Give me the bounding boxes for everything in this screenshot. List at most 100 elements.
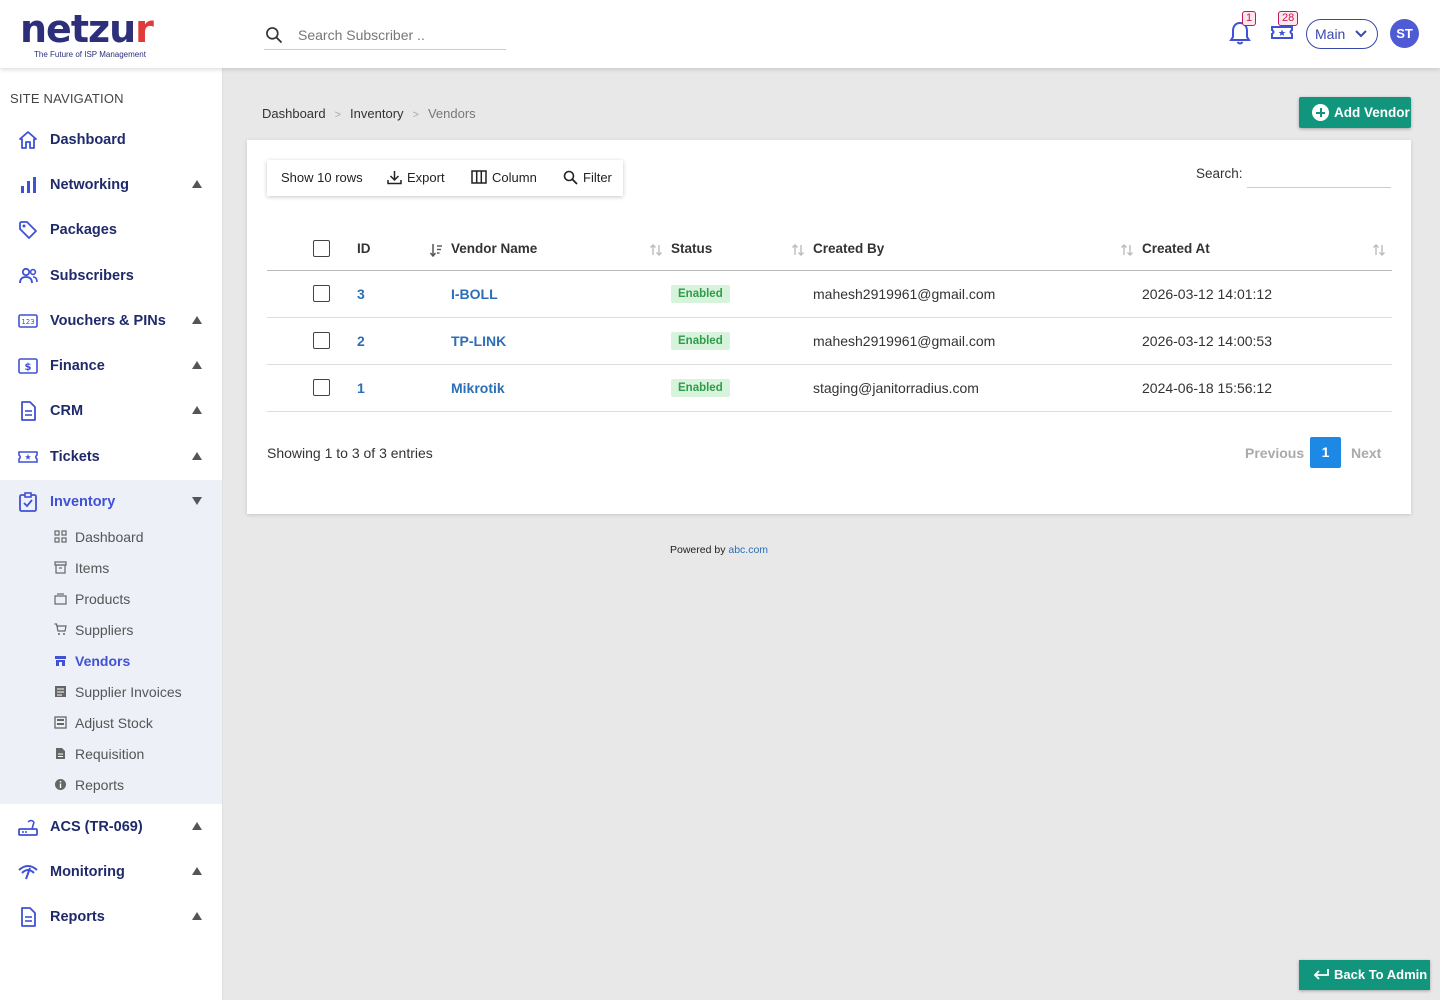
- vendor-id-link[interactable]: 3: [357, 286, 365, 302]
- sidebar-item-reports[interactable]: Reports: [0, 897, 222, 937]
- layers-icon: [54, 593, 67, 605]
- cell-created-by: mahesh2919961@gmail.com: [813, 270, 1142, 318]
- filter-button[interactable]: Filter: [563, 160, 615, 196]
- sub-item-items[interactable]: Items: [0, 555, 222, 583]
- sidebar-item-acs[interactable]: ACS (TR-069): [0, 807, 222, 847]
- archive-icon: [54, 561, 67, 574]
- header-id-label: ID: [357, 241, 371, 257]
- sidebar-item-label: Monitoring: [50, 864, 125, 880]
- header-select-all: [267, 228, 357, 271]
- sidebar-item-label: Inventory: [50, 494, 116, 510]
- header-id[interactable]: ID: [357, 228, 451, 271]
- vendor-id-link[interactable]: 1: [357, 380, 365, 396]
- footer: Powered by abc.com: [670, 544, 768, 556]
- vendor-name-link[interactable]: I-BOLL: [451, 286, 498, 302]
- header-status[interactable]: Status: [671, 228, 813, 271]
- brand-name: netzu: [20, 7, 136, 51]
- sub-item-products[interactable]: Products: [0, 586, 222, 614]
- table-search-input[interactable]: [1247, 160, 1391, 188]
- row-checkbox[interactable]: [313, 332, 330, 350]
- notifications-button[interactable]: 1: [1228, 11, 1257, 46]
- cell-created-by: staging@janitorradius.com: [813, 364, 1142, 412]
- export-button[interactable]: Export: [387, 160, 447, 196]
- cell-created-by: mahesh2919961@gmail.com: [813, 317, 1142, 365]
- back-to-admin-button[interactable]: Back To Admin: [1299, 960, 1430, 990]
- sidebar-item-networking[interactable]: Networking: [0, 165, 222, 205]
- sub-item-suppliers[interactable]: Suppliers: [0, 617, 222, 645]
- sub-item-label: Vendors: [75, 653, 131, 669]
- sort-icon: [650, 244, 662, 256]
- cell-created-at: 2024-06-18 15:56:12: [1142, 364, 1392, 412]
- cell-vendor-name: Mikrotik: [451, 364, 671, 412]
- add-vendor-button[interactable]: Add Vendor: [1299, 97, 1411, 128]
- breadcrumb-inventory[interactable]: Inventory: [350, 106, 403, 121]
- sidebar-item-monitoring[interactable]: Monitoring: [0, 852, 222, 892]
- filter-label: Filter: [583, 170, 612, 185]
- select-all-checkbox[interactable]: [313, 240, 330, 258]
- sub-item-dashboard[interactable]: Dashboard: [0, 524, 222, 552]
- breadcrumb-dashboard[interactable]: Dashboard: [262, 106, 326, 121]
- sidebar-item-inventory[interactable]: Inventory: [0, 482, 222, 522]
- table-toolbar: Show 10 rows Export Column Filter: [267, 160, 623, 196]
- cell-id: 1: [357, 364, 451, 412]
- row-select-cell: [267, 364, 357, 412]
- clipboard-check-icon: [19, 492, 37, 512]
- sidebar-item-label: Finance: [50, 358, 105, 374]
- vendor-name-link[interactable]: Mikrotik: [451, 380, 505, 396]
- sub-item-adjust-stock[interactable]: Adjust Stock: [0, 710, 222, 738]
- sub-item-label: Items: [75, 560, 110, 576]
- header-created-at[interactable]: Created At: [1142, 228, 1392, 271]
- pagination-previous[interactable]: Previous: [1245, 445, 1304, 461]
- vendor-id-link[interactable]: 2: [357, 333, 365, 349]
- header-created-by[interactable]: Created By: [813, 228, 1142, 271]
- sidebar-item-packages[interactable]: Packages: [0, 210, 222, 250]
- sidebar-item-finance[interactable]: $ Finance: [0, 346, 222, 386]
- sidebar-item-label: Subscribers: [50, 268, 134, 284]
- sub-item-requisition[interactable]: Requisition: [0, 741, 222, 769]
- sort-icon: [1373, 244, 1385, 256]
- sub-item-label: Adjust Stock: [75, 715, 153, 731]
- breadcrumb: Dashboard > Inventory > Vendors: [262, 106, 476, 121]
- signal-icon: [18, 865, 38, 880]
- chevron-down-icon: [1355, 30, 1367, 38]
- sidebar-item-dashboard[interactable]: Dashboard: [0, 120, 222, 160]
- store-icon: [55, 656, 66, 666]
- sidebar-item-crm[interactable]: CRM: [0, 391, 222, 431]
- sort-icon: [792, 244, 804, 256]
- pagination-page-1[interactable]: 1: [1310, 437, 1341, 468]
- sidebar-item-tickets[interactable]: Tickets: [0, 437, 222, 477]
- subscriber-search-input[interactable]: [298, 22, 498, 48]
- cell-vendor-name: I-BOLL: [451, 270, 671, 318]
- sidebar-item-subscribers[interactable]: Subscribers: [0, 256, 222, 296]
- sidebar-item-vouchers[interactable]: 123 Vouchers & PINs: [0, 301, 222, 341]
- cart-icon: [54, 623, 67, 635]
- table-search-label: Search:: [1196, 166, 1243, 181]
- vendors-table: ID Vendor Name Status Created By Created…: [267, 228, 1392, 412]
- brand-logo[interactable]: netzur The Future of ISP Management: [20, 7, 154, 59]
- entries-info: Showing 1 to 3 of 3 entries: [267, 445, 433, 461]
- report-icon: [21, 907, 36, 927]
- header-vendor-name[interactable]: Vendor Name: [451, 228, 671, 271]
- table-row: 3 I-BOLL Enabled mahesh2919961@gmail.com…: [267, 270, 1392, 318]
- column-button[interactable]: Column: [471, 160, 539, 196]
- pagination-next[interactable]: Next: [1351, 445, 1381, 461]
- sidebar-item-label: Tickets: [50, 449, 100, 465]
- cell-id: 3: [357, 270, 451, 318]
- sub-item-supplier-invoices[interactable]: Supplier Invoices: [0, 679, 222, 707]
- user-avatar[interactable]: ST: [1390, 19, 1419, 48]
- sub-item-label: Reports: [75, 777, 125, 793]
- sub-item-vendors[interactable]: Vendors: [0, 648, 222, 676]
- dollar-icon: $: [18, 358, 38, 374]
- row-checkbox[interactable]: [313, 379, 330, 397]
- router-icon: [18, 819, 38, 836]
- download-icon: [387, 171, 402, 185]
- sub-item-reports[interactable]: Reports: [0, 772, 222, 800]
- caret-up-icon: [192, 406, 202, 414]
- show-rows-button[interactable]: Show 10 rows: [281, 160, 363, 196]
- vendor-name-link[interactable]: TP-LINK: [451, 333, 506, 349]
- row-checkbox[interactable]: [313, 285, 330, 303]
- tickets-button[interactable]: 28: [1270, 11, 1299, 46]
- footer-link[interactable]: abc.com: [728, 544, 768, 556]
- table-row: 1 Mikrotik Enabled staging@janitorradius…: [267, 364, 1392, 412]
- workspace-select[interactable]: Main: [1306, 19, 1378, 49]
